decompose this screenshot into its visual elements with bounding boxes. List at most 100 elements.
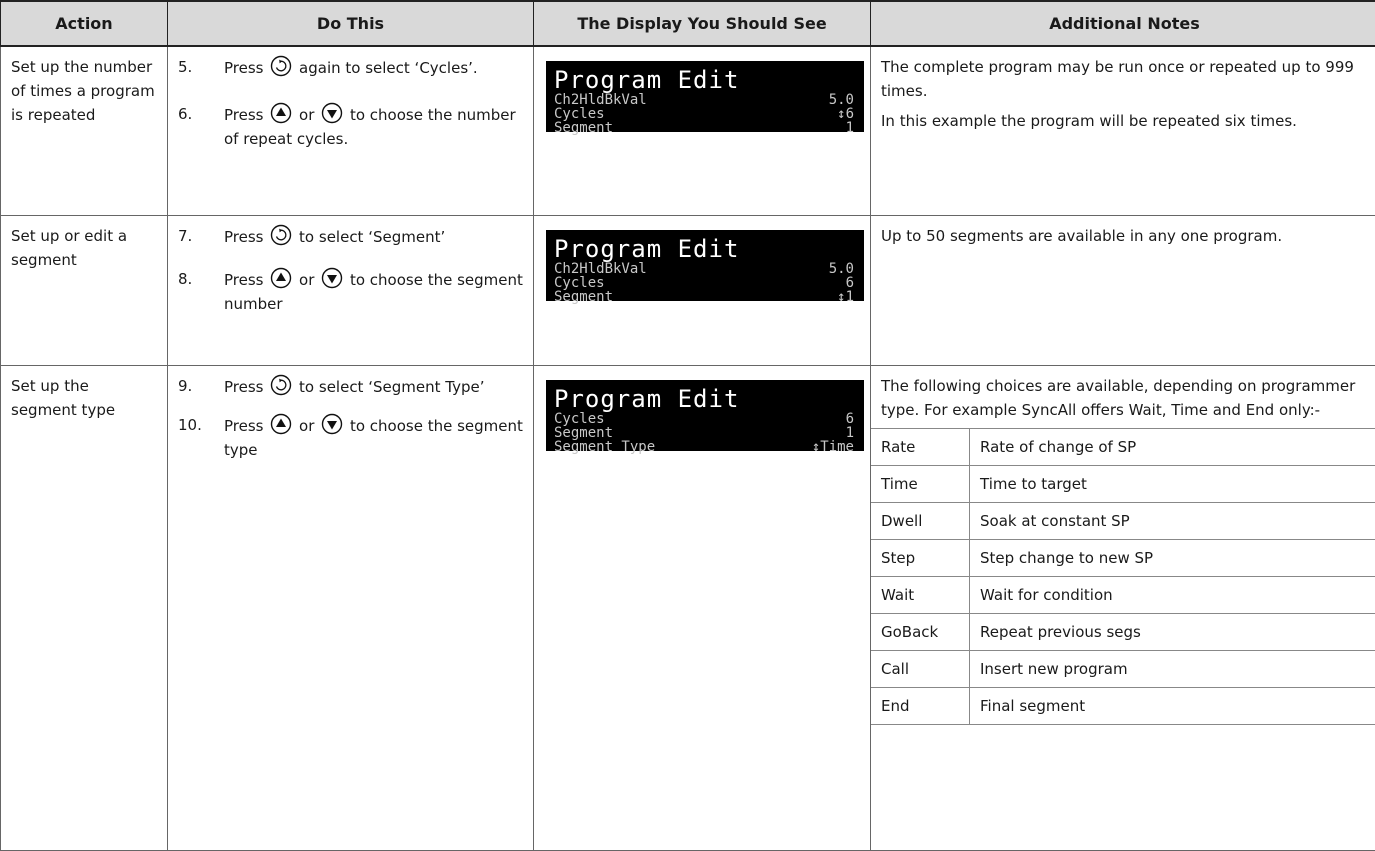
step-post-text: to choose the segment number	[224, 271, 523, 313]
step-text: Press to select ‘Segment’	[224, 224, 527, 249]
lcd-line: Segment Type ↕Time	[554, 440, 854, 454]
header-display: The Display You Should See	[534, 1, 871, 46]
lcd-label: Cycles	[554, 107, 605, 121]
lcd-label: Segment	[554, 121, 613, 135]
lcd-label: Cycles	[554, 276, 605, 290]
step-pre-text: Press	[224, 417, 263, 435]
step-item: 9. Press to select ‘Segment Type’	[174, 374, 527, 399]
lcd-label: Segment Type	[554, 440, 655, 454]
notes-cell: Up to 50 segments are available in any o…	[871, 215, 1375, 365]
step-post-text: to select ‘Segment’	[299, 228, 445, 246]
step-number: 10.	[174, 413, 224, 437]
lcd-label: Ch2HldBkVal	[554, 93, 647, 107]
step-mid-text: or	[299, 417, 314, 435]
lcd-value: 6	[846, 412, 854, 426]
table-row: Set up the number of times a program is …	[1, 46, 1375, 215]
segment-type-desc: Repeat previous segs	[970, 613, 1375, 650]
action-cell: Set up the number of times a program is …	[1, 46, 168, 215]
procedure-table: Action Do This The Display You Should Se…	[0, 0, 1375, 851]
segment-type-name: End	[871, 687, 970, 724]
step-item: 5. Press again to select ‘Cycles’.	[174, 55, 527, 80]
display-cell: Program Edit Ch2HldBkVal 5.0 Cycles ↕6 Seg…	[534, 46, 871, 215]
raise-icon	[270, 267, 292, 289]
table-row: GoBackRepeat previous segs	[871, 613, 1375, 650]
step-number: 9.	[174, 374, 224, 398]
lcd-header: Program Edit	[554, 68, 854, 93]
step-mid-text: or	[299, 106, 314, 124]
lcd-line: Segment1	[554, 426, 854, 440]
header-notes: Additional Notes	[871, 1, 1375, 46]
lcd-display: Program Edit Ch2HldBkVal 5.0 Cycles6 Segm…	[546, 230, 864, 301]
note-paragraph: Up to 50 segments are available in any o…	[881, 224, 1368, 248]
lcd-header: Program Edit	[554, 237, 854, 262]
do-this-cell: 9. Press to select ‘Segment Type’ 10. Pr…	[168, 365, 534, 850]
table-row: DwellSoak at constant SP	[871, 502, 1375, 539]
lower-icon	[321, 413, 343, 435]
step-post-text: again to select ‘Cycles’.	[299, 59, 478, 77]
segment-type-desc: Wait for condition	[970, 576, 1375, 613]
segment-type-desc: Final segment	[970, 687, 1375, 724]
note-paragraph: The complete program may be run once or …	[881, 55, 1368, 103]
scroll-icon	[270, 374, 292, 396]
lcd-label: Segment	[554, 426, 613, 440]
lcd-line: Segment 1	[554, 121, 854, 135]
step-number: 5.	[174, 55, 224, 79]
table-row: TimeTime to target	[871, 465, 1375, 502]
step-pre-text: Press	[224, 106, 263, 124]
segment-type-desc: Time to target	[970, 465, 1375, 502]
segment-type-desc: Soak at constant SP	[970, 502, 1375, 539]
lcd-line: Segment↕1	[554, 290, 854, 304]
segment-type-name: Call	[871, 650, 970, 687]
notes-cell: The following choices are available, dep…	[871, 365, 1375, 850]
lcd-line: Cycles ↕6	[554, 107, 854, 121]
action-cell: Set up or edit a segment	[1, 215, 168, 365]
segment-type-name: GoBack	[871, 613, 970, 650]
step-text: Press to select ‘Segment Type’	[224, 374, 527, 399]
step-number: 7.	[174, 224, 224, 248]
do-this-cell: 5. Press again to select ‘Cycles’. 6. Pr…	[168, 46, 534, 215]
segment-type-desc: Rate of change of SP	[970, 428, 1375, 465]
step-number: 8.	[174, 267, 224, 291]
lcd-value: 5.0	[829, 262, 854, 276]
segment-type-name: Time	[871, 465, 970, 502]
step-item: 6. Press or to choose the number of repe…	[174, 102, 527, 151]
step-text: Press or to choose the segment type	[224, 413, 527, 462]
table-row: StepStep change to new SP	[871, 539, 1375, 576]
lcd-line: Ch2HldBkVal 5.0	[554, 93, 854, 107]
lcd-line: Cycles 6	[554, 412, 854, 426]
lcd-header: Program Edit	[554, 387, 854, 412]
header-action: Action	[1, 1, 168, 46]
lcd-display: Program Edit Cycles 6 Segment1 Segment Ty…	[546, 380, 864, 451]
header-row: Action Do This The Display You Should Se…	[1, 1, 1375, 46]
step-number: 6.	[174, 102, 224, 126]
step-post-text: to choose the number of repeat cycles.	[224, 106, 516, 148]
note-paragraph: The following choices are available, dep…	[881, 374, 1368, 422]
step-pre-text: Press	[224, 271, 263, 289]
segment-type-desc: Insert new program	[970, 650, 1375, 687]
step-text: Press again to select ‘Cycles’.	[224, 55, 527, 80]
step-post-text: to choose the segment type	[224, 417, 523, 459]
table-row: EndFinal segment	[871, 687, 1375, 724]
segment-type-name: Rate	[871, 428, 970, 465]
segment-type-name: Wait	[871, 576, 970, 613]
lcd-label: Ch2HldBkVal	[554, 262, 647, 276]
raise-icon	[270, 102, 292, 124]
scroll-icon	[270, 55, 292, 77]
do-this-cell: 7. Press to select ‘Segment’ 8. Press or	[168, 215, 534, 365]
procedure-document: Action Do This The Display You Should Se…	[0, 0, 1375, 849]
lcd-value: 1	[846, 121, 854, 135]
lcd-value: ↕Time	[812, 440, 854, 454]
lcd-label: Cycles	[554, 412, 605, 426]
segment-type-table: RateRate of change of SP TimeTime to tar…	[870, 428, 1375, 725]
header-do-this: Do This	[168, 1, 534, 46]
lcd-line: Cycles6	[554, 276, 854, 290]
lcd-value: ↕6	[837, 107, 854, 121]
step-pre-text: Press	[224, 228, 263, 246]
lcd-value: 5.0	[829, 93, 854, 107]
step-text: Press or to choose the segment number	[224, 267, 527, 316]
step-mid-text: or	[299, 271, 314, 289]
step-text: Press or to choose the number of repeat …	[224, 102, 527, 151]
step-item: 7. Press to select ‘Segment’	[174, 224, 527, 249]
notes-cell: The complete program may be run once or …	[871, 46, 1375, 215]
display-cell: Program Edit Ch2HldBkVal 5.0 Cycles6 Segm…	[534, 215, 871, 365]
